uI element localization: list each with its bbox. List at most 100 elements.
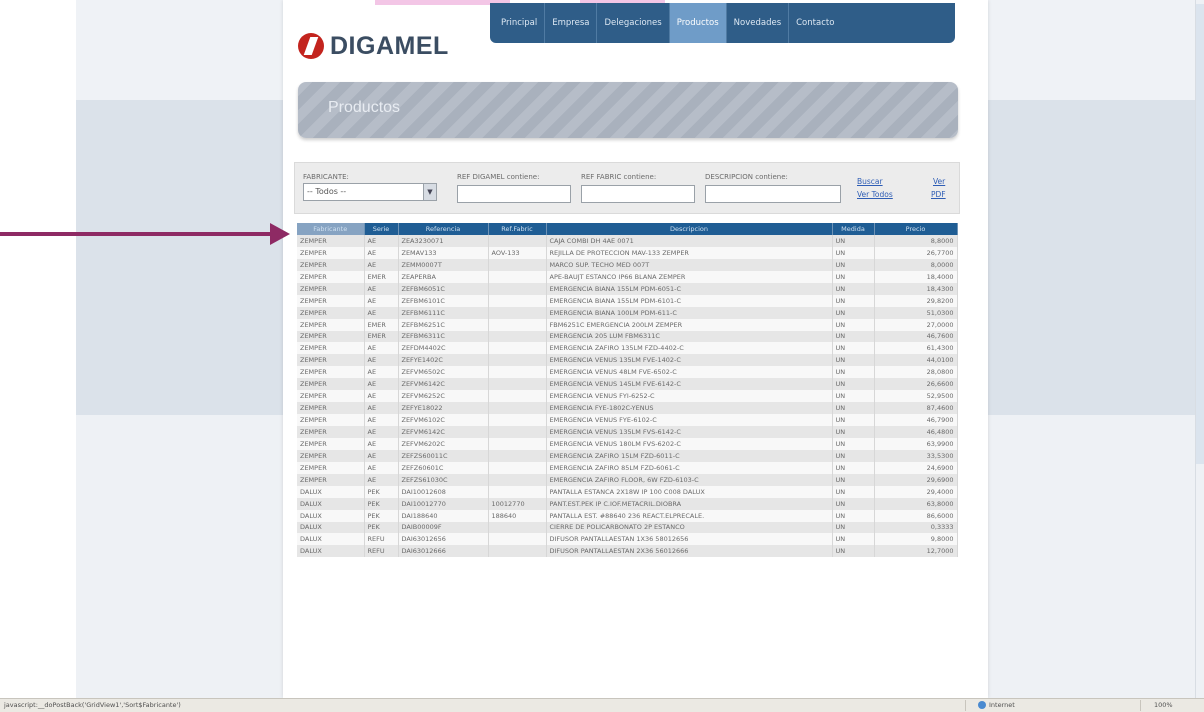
- cell-medida: UN: [832, 282, 875, 295]
- nav-item-novedades[interactable]: Novedades: [727, 3, 790, 43]
- cell-referencia: DAI10012608: [398, 485, 489, 498]
- cell-fabricante: DALUX: [297, 509, 365, 522]
- cell-referencia: DAI63012656: [398, 533, 489, 546]
- cell-serie: EMER: [364, 318, 399, 331]
- cell-ref-fabric: [488, 545, 547, 558]
- cell-precio: 46,7600: [874, 330, 958, 343]
- cell-referencia: ZEFVM6102C: [398, 414, 489, 426]
- cell-referencia: ZEFVM6502C: [398, 366, 489, 379]
- globe-icon: [978, 701, 986, 709]
- cell-referencia: ZEFZS61030C: [398, 473, 489, 486]
- cell-descripcion: EMERGENCIA VENUS FYE-6102-C: [546, 414, 833, 426]
- cell-fabricante: ZEMPER: [297, 354, 365, 367]
- cell-fabricante: ZEMPER: [297, 282, 365, 295]
- cell-precio: 86,6000: [874, 509, 958, 522]
- buscar-link[interactable]: Buscar: [857, 177, 883, 186]
- cell-referencia: ZEFBM6311C: [398, 330, 489, 343]
- cell-serie: PEK: [364, 485, 399, 498]
- nav-item-contacto[interactable]: Contacto: [789, 3, 841, 43]
- cell-ref-fabric: [488, 294, 547, 307]
- cell-serie: AE: [364, 306, 399, 319]
- column-header-referencia[interactable]: Referencia: [398, 223, 489, 235]
- vertical-scrollbar[interactable]: [1195, 0, 1204, 698]
- cell-referencia: DAI188640: [398, 509, 489, 522]
- cell-ref-fabric: [488, 366, 547, 379]
- cell-fabricante: ZEMPER: [297, 402, 365, 415]
- cell-fabricante: DALUX: [297, 497, 365, 510]
- table-row: ZEMPER AE ZEFBM6101C EMERGENCIA BIANA 155LM…: [297, 294, 958, 307]
- ref-fabric-input[interactable]: [581, 185, 695, 203]
- cell-serie: PEK: [364, 509, 399, 522]
- table-row: ZEMPER AE ZEFBM6051C EMERGENCIA BIANA 155LM…: [297, 282, 958, 295]
- cell-descripcion: EMERGENCIA VENUS 135LM FVS-6142-C: [546, 426, 833, 438]
- ref-digamel-label: REF DIGAMEL contiene:: [457, 173, 540, 181]
- cell-ref-fabric: [488, 342, 547, 355]
- fabricante-select[interactable]: -- Todos -- ▼: [303, 183, 437, 201]
- cell-descripcion: MARCO SUP. TECHO MED 007T: [546, 258, 833, 271]
- column-header-fabricante[interactable]: Fabricante: [297, 223, 365, 235]
- cell-descripcion: EMERGENCIA VENUS 180LM FVS-6202-C: [546, 437, 833, 450]
- cell-fabricante: ZEMPER: [297, 378, 365, 391]
- cell-medida: UN: [832, 246, 875, 259]
- pdf-link[interactable]: PDF: [931, 190, 946, 199]
- table-row: ZEMPER AE ZEFVM6502C EMERGENCIA VENUS 48LM …: [297, 366, 958, 379]
- nav-item-productos[interactable]: Productos: [669, 3, 727, 43]
- table-row: DALUX REFU DAI63012656 DIFUSOR PANTALLAESTA…: [297, 533, 958, 546]
- cell-fabricante: DALUX: [297, 533, 365, 546]
- cell-descripcion: PANTALLA ESTANCA 2X18W IP 100 C008 DALUX: [546, 485, 833, 498]
- cell-medida: UN: [832, 354, 875, 367]
- table-row: DALUX REFU DAI63012666 DIFUSOR PANTALLAESTA…: [297, 545, 958, 558]
- cell-descripcion: EMERGENCIA ZAFIRO FLOOR, 6W FZD-6103-C: [546, 473, 833, 486]
- cell-descripcion: EMERGENCIA FYE-1802C-YENUS: [546, 402, 833, 415]
- ver-link[interactable]: Ver: [933, 177, 945, 186]
- cell-medida: UN: [832, 509, 875, 522]
- cell-medida: UN: [832, 235, 875, 247]
- cell-precio: 8,0000: [874, 258, 958, 271]
- cell-serie: REFU: [364, 533, 399, 546]
- cell-serie: AE: [364, 437, 399, 450]
- cell-medida: UN: [832, 426, 875, 438]
- column-header-serie[interactable]: Serie: [364, 223, 399, 235]
- cell-descripcion: EMERGENCIA ZAFIRO 135LM FZD-4402-C: [546, 342, 833, 355]
- cell-fabricante: DALUX: [297, 545, 365, 558]
- cell-precio: 18,4000: [874, 270, 958, 283]
- column-header-medida[interactable]: Medida: [832, 223, 875, 235]
- ref-digamel-input[interactable]: [457, 185, 571, 203]
- nav-item-empresa[interactable]: Empresa: [545, 3, 598, 43]
- cell-descripcion: PANT.EST.PEK IP C.IOF.METACRIL.DIOBRA: [546, 497, 833, 510]
- nav-item-delegaciones[interactable]: Delegaciones: [597, 3, 670, 43]
- cell-referencia: DAI10012770: [398, 497, 489, 510]
- browser-left-margin: [0, 0, 76, 698]
- cell-ref-fabric: [488, 533, 547, 546]
- ver-todos-link[interactable]: Ver Todos: [857, 190, 893, 199]
- section-banner: Productos: [298, 82, 958, 138]
- cell-serie: AE: [364, 390, 399, 403]
- cell-referencia: DAI63012666: [398, 545, 489, 558]
- cell-medida: UN: [832, 342, 875, 355]
- descripcion-input[interactable]: [705, 185, 841, 203]
- cell-fabricante: ZEMPER: [297, 330, 365, 343]
- scrollbar-thumb[interactable]: [1196, 4, 1204, 464]
- cell-fabricante: ZEMPER: [297, 294, 365, 307]
- cell-descripcion: EMERGENCIA BIANA 155LM PDM-6101-C: [546, 294, 833, 307]
- cell-ref-fabric: [488, 414, 547, 426]
- nav-item-principal[interactable]: Principal: [494, 3, 546, 43]
- cell-fabricante: ZEMPER: [297, 258, 365, 271]
- cell-precio: 44,0100: [874, 354, 958, 367]
- column-header-precio[interactable]: Precio: [874, 223, 958, 235]
- chevron-down-icon[interactable]: ▼: [423, 184, 436, 200]
- zoom-level[interactable]: 100%: [1154, 701, 1173, 709]
- column-header-ref-fabric[interactable]: Ref.Fabric: [488, 223, 547, 235]
- cell-serie: AE: [364, 378, 399, 391]
- cell-descripcion: REJILLA DE PROTECCION MAV-133 ZEMPER: [546, 246, 833, 259]
- cell-serie: AE: [364, 235, 399, 247]
- cell-serie: AE: [364, 282, 399, 295]
- cell-serie: AE: [364, 294, 399, 307]
- column-header-descripcion[interactable]: Descripcion: [546, 223, 833, 235]
- cell-precio: 52,9500: [874, 390, 958, 403]
- cell-precio: 8,8000: [874, 235, 958, 247]
- cell-precio: 46,7900: [874, 414, 958, 426]
- cell-ref-fabric: [488, 485, 547, 498]
- site-logo[interactable]: DIGAMEL: [298, 30, 449, 62]
- cell-ref-fabric: [488, 270, 547, 283]
